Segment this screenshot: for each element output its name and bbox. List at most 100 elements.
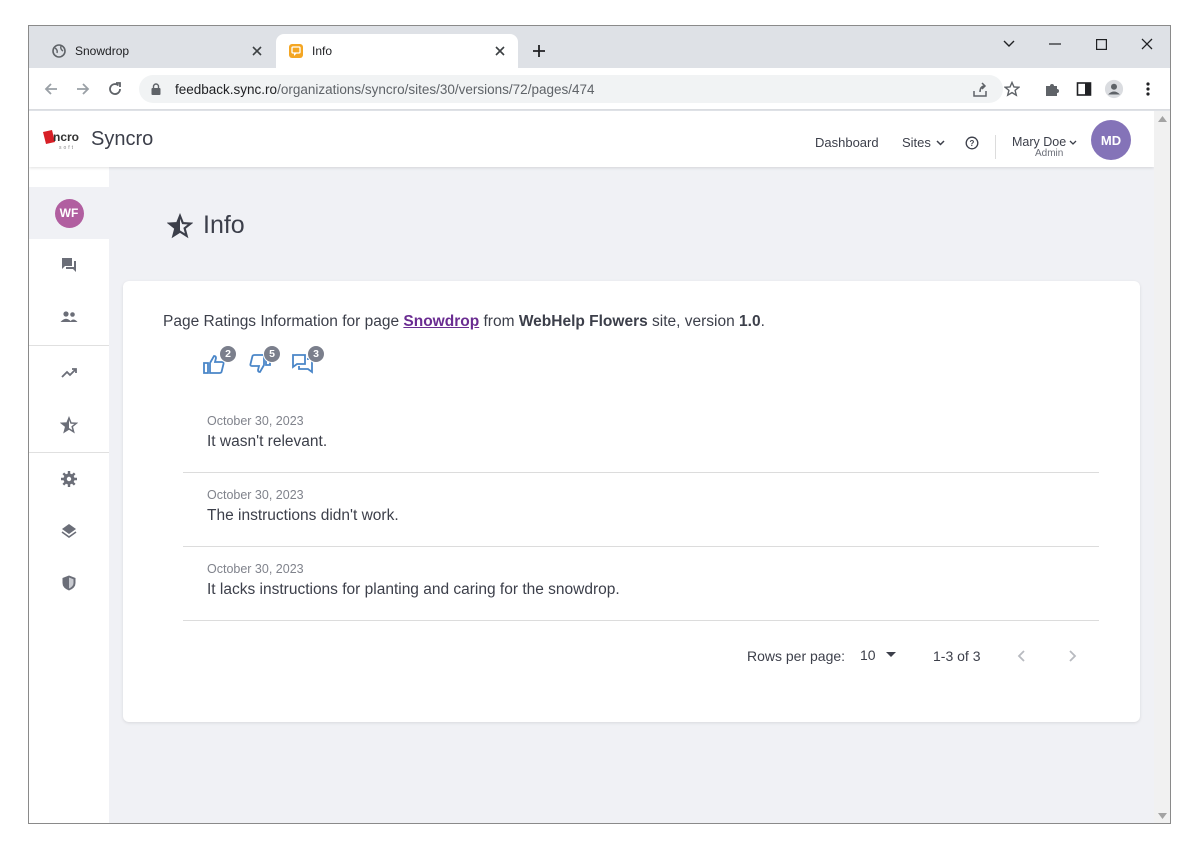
close-icon[interactable]	[249, 43, 265, 59]
rows-per-page-value: 10	[860, 647, 876, 663]
feedback-favicon-icon	[288, 43, 304, 59]
dislikes-badge: 5	[263, 345, 281, 363]
browser-window: Snowdrop Info feedback.sync.ro /organiza…	[28, 25, 1171, 824]
lock-icon	[151, 83, 165, 95]
maximize-button[interactable]	[1078, 30, 1124, 58]
chat-icon	[62, 258, 76, 272]
ratings-card: Page Ratings Information for page Snowdr…	[123, 281, 1140, 722]
nav-dashboard-link[interactable]: Dashboard	[815, 135, 879, 150]
sidebar-item-versions[interactable]	[29, 505, 109, 557]
info-prefix: Page Ratings Information for page	[163, 313, 404, 330]
nav-sites-label: Sites	[902, 135, 931, 150]
comments-badge: 3	[307, 345, 325, 363]
back-button[interactable]	[39, 77, 63, 101]
avatar[interactable]: MD	[1091, 120, 1131, 160]
chevron-down-icon	[1069, 140, 1077, 145]
browser-toolbar: feedback.sync.ro/organizations/syncro/si…	[29, 68, 1170, 110]
sidebar-item-organization[interactable]: WF	[29, 187, 109, 239]
sidebar-divider	[29, 345, 109, 346]
rows-per-page-select[interactable]: 10	[860, 647, 896, 663]
tab-title: Info	[312, 44, 333, 58]
nav-sites-menu[interactable]: Sites	[902, 135, 945, 150]
tab-snowdrop[interactable]: Snowdrop	[39, 34, 275, 68]
ratings-info: Page Ratings Information for page Snowdr…	[163, 313, 765, 331]
app-brand: Syncro	[91, 128, 154, 150]
dropdown-arrow-icon	[885, 652, 896, 657]
layers-icon	[61, 524, 77, 538]
dislikes-stat[interactable]: 5	[247, 345, 281, 375]
forward-button[interactable]	[71, 77, 95, 101]
header-divider	[995, 135, 996, 159]
star-half-icon	[60, 416, 78, 434]
page-heading: Info	[167, 211, 245, 240]
tab-strip: Snowdrop Info	[29, 26, 1170, 68]
list-item: October 30, 2023 It lacks instructions f…	[183, 547, 1099, 621]
svg-text:?: ?	[970, 139, 975, 148]
tab-search-chevron-icon[interactable]	[986, 30, 1032, 58]
next-page-button[interactable]	[1067, 649, 1077, 663]
vertical-scrollbar[interactable]	[1154, 111, 1170, 823]
profile-icon[interactable]	[1104, 79, 1124, 99]
page-link[interactable]: Snowdrop	[403, 313, 479, 330]
chevron-right-icon	[1069, 650, 1077, 662]
feedback-date: October 30, 2023	[207, 562, 304, 576]
user-menu[interactable]: Mary Doe	[1012, 135, 1077, 149]
scroll-up-arrow-icon[interactable]	[1158, 116, 1167, 122]
feedback-text: It lacks instructions for planting and c…	[207, 581, 620, 598]
new-tab-button[interactable]	[528, 40, 550, 62]
sidebar-item-settings[interactable]	[29, 453, 109, 505]
svg-text:ncro: ncro	[53, 130, 79, 144]
page-title: Info	[203, 211, 245, 239]
bookmark-star-icon[interactable]	[1003, 80, 1021, 98]
close-window-button[interactable]	[1124, 30, 1170, 58]
chevron-down-icon	[936, 139, 945, 146]
url-host: feedback.sync.ro	[175, 81, 278, 97]
feedback-date: October 30, 2023	[207, 488, 304, 502]
sidebar-item-feedback[interactable]	[29, 239, 109, 291]
list-item: October 30, 2023 The instructions didn't…	[183, 473, 1099, 547]
pagination-range: 1-3 of 3	[933, 648, 981, 664]
likes-badge: 2	[219, 345, 237, 363]
tab-title: Snowdrop	[75, 44, 130, 58]
feedback-text: The instructions didn't work.	[207, 507, 399, 524]
reload-button[interactable]	[103, 77, 127, 101]
sidebar-item-ratings[interactable]	[29, 399, 109, 451]
sidebar-item-users[interactable]	[29, 291, 109, 343]
list-item: October 30, 2023 It wasn't relevant.	[183, 399, 1099, 473]
star-half-icon	[167, 212, 193, 239]
side-panel-icon[interactable]	[1074, 79, 1094, 99]
extensions-puzzle-icon[interactable]	[1042, 79, 1062, 99]
app-header: ncro soft Syncro Dashboard Sites ? Mary …	[29, 111, 1154, 167]
info-from: from	[479, 313, 519, 330]
chevron-left-icon	[1017, 650, 1025, 662]
site-name: WebHelp Flowers	[518, 313, 648, 330]
globe-icon	[51, 43, 67, 59]
trending-up-icon	[61, 368, 77, 378]
version-number: 1.0	[739, 313, 761, 330]
svg-text:soft: soft	[59, 145, 75, 150]
syncro-logo-icon: ncro soft	[43, 130, 79, 150]
minimize-button[interactable]	[1032, 30, 1078, 58]
sidebar-item-security[interactable]	[29, 557, 109, 609]
feedback-date: October 30, 2023	[207, 414, 304, 428]
user-name: Mary Doe	[1012, 135, 1067, 149]
sidebar-item-analytics[interactable]	[29, 347, 109, 399]
comments-stat[interactable]: 3	[291, 345, 325, 375]
prev-page-button[interactable]	[1017, 649, 1027, 663]
likes-stat[interactable]: 2	[203, 345, 237, 375]
share-icon[interactable]	[971, 81, 989, 99]
page-viewport: ncro soft Syncro Dashboard Sites ? Mary …	[29, 111, 1154, 823]
gear-icon	[61, 471, 77, 487]
tab-info[interactable]: Info	[276, 34, 518, 68]
help-icon[interactable]: ?	[965, 136, 979, 150]
sidebar: WF	[29, 167, 109, 823]
info-end: .	[760, 313, 765, 330]
browser-menu-icon[interactable]	[1138, 79, 1158, 99]
scroll-down-arrow-icon[interactable]	[1158, 813, 1167, 819]
close-icon[interactable]	[492, 43, 508, 59]
people-icon	[60, 311, 78, 322]
address-bar[interactable]: feedback.sync.ro/organizations/syncro/si…	[139, 75, 1020, 103]
user-role: Admin	[1035, 148, 1064, 159]
feedback-text: It wasn't relevant.	[207, 433, 328, 450]
organization-avatar: WF	[54, 198, 84, 228]
